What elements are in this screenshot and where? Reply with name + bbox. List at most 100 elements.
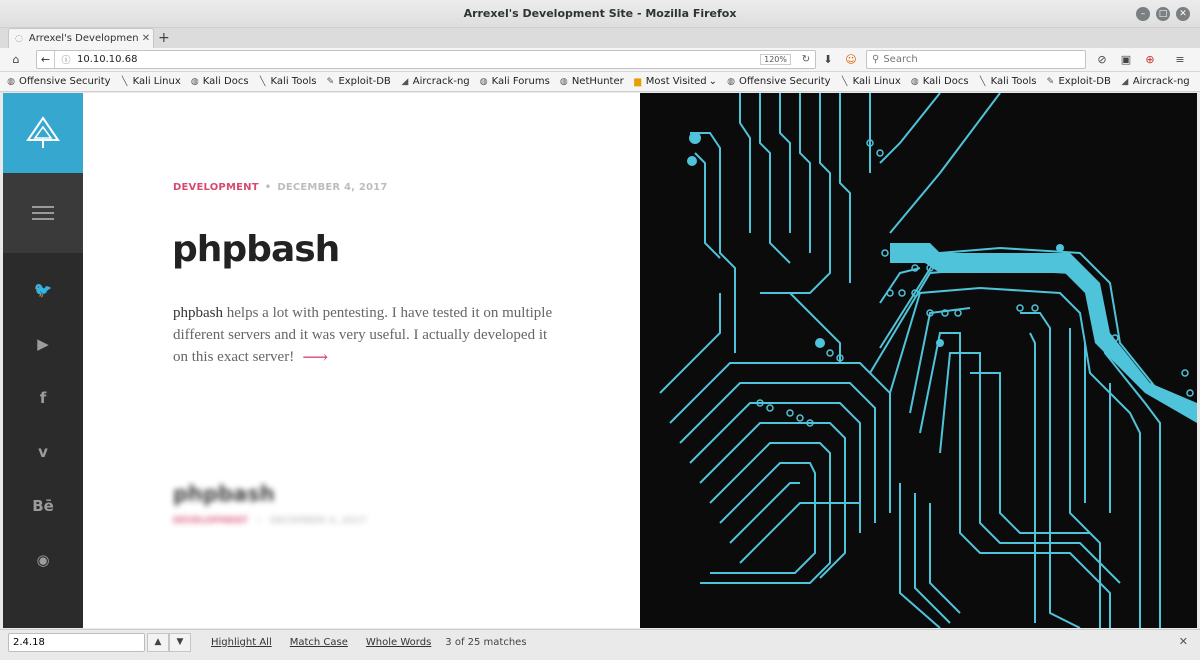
next-post-title[interactable]: phpbash — [173, 482, 275, 506]
kali-icon: ╲ — [979, 76, 986, 87]
aircrack-icon: ◢ — [1121, 76, 1129, 87]
close-find-bar-icon[interactable]: ✕ — [1179, 635, 1188, 648]
close-window-button[interactable]: ✕ — [1176, 7, 1190, 21]
vimeo-icon[interactable]: v — [3, 443, 83, 461]
tab-bar: ◌ Arrexel's Developmen... ✕ + — [0, 28, 1200, 48]
bookmark-item[interactable]: ◍ Offensive Security — [6, 76, 111, 87]
maximize-button[interactable]: □ — [1156, 7, 1170, 21]
bookmark-item[interactable]: ◍ Kali Docs — [190, 76, 249, 87]
bookmark-item[interactable]: ◍ Offensive Security — [726, 76, 831, 87]
whole-words-toggle[interactable]: Whole Words — [366, 637, 431, 648]
reload-icon[interactable]: ↻ — [797, 54, 815, 65]
download-icon[interactable]: ⬇ — [820, 52, 836, 68]
highlight-all-toggle[interactable]: Highlight All — [211, 637, 272, 648]
bookmark-item[interactable]: ╲ Kali Linux — [120, 76, 181, 87]
bookmark-label: Offensive Security — [19, 76, 111, 87]
facebook-icon[interactable]: f — [3, 389, 83, 407]
offsec-icon: ◍ — [479, 76, 488, 87]
post-excerpt: phpbash helps a lot with pentesting. I h… — [173, 302, 553, 368]
tree-logo-icon — [26, 116, 60, 148]
minimize-button[interactable]: – — [1136, 7, 1150, 21]
new-tab-button[interactable]: + — [158, 30, 170, 46]
youtube-icon[interactable]: ▶ — [3, 335, 83, 353]
match-case-toggle[interactable]: Match Case — [290, 637, 348, 648]
find-status: 3 of 25 matches — [445, 636, 527, 648]
extension-icon[interactable]: ⊕ — [1142, 52, 1158, 68]
next-post-category[interactable]: DEVELOPMENT — [173, 516, 248, 526]
home-icon[interactable]: ⌂ — [8, 52, 24, 68]
search-input[interactable] — [883, 54, 1085, 65]
behance-icon[interactable]: Bē — [3, 497, 83, 515]
bookmark-item[interactable]: ◍ Kali Forums — [479, 76, 550, 87]
kali-icon: ╲ — [121, 76, 128, 87]
title-bar: Arrexel's Development Site - Mozilla Fir… — [0, 0, 1200, 28]
find-next-button[interactable]: ▼ — [169, 632, 191, 652]
url-text[interactable]: 10.10.10.68 — [77, 54, 760, 65]
meta-separator: • — [256, 516, 263, 526]
site-sidebar: 🐦 ▶ f v Bē ◉ — [3, 93, 83, 628]
info-icon[interactable]: ⓘ — [59, 53, 73, 66]
find-previous-button[interactable]: ▲ — [147, 632, 169, 652]
site-logo[interactable] — [3, 93, 83, 173]
bookmark-label: Kali Docs — [202, 76, 249, 87]
url-bar[interactable]: ← ⓘ 10.10.10.68 120% ↻ — [36, 50, 816, 69]
bookmark-item[interactable]: ◍ Kali Docs — [910, 76, 969, 87]
bookmark-item[interactable]: ◢ Aircrack-ng — [400, 76, 470, 87]
aircrack-icon: ◢ — [401, 76, 409, 87]
tab-title: Arrexel's Developmen... — [28, 33, 139, 44]
circuit-art — [659, 93, 1197, 628]
navigation-bar: ⌂ ← ⓘ 10.10.10.68 120% ↻ ⬇ ☺ ⚲ ⊘ ▣ ⊕ ≡ — [0, 48, 1200, 72]
sidebar-toggle-icon[interactable]: ▣ — [1118, 52, 1134, 68]
offsec-icon: ◍ — [910, 76, 919, 87]
page-content: 🐦 ▶ f v Bē ◉ DEVELOPMENT • DECEMBER 4, 2017 php… — [3, 93, 1197, 628]
twitter-icon[interactable]: 🐦 — [3, 281, 83, 299]
bookmark-label: Exploit-DB — [1058, 76, 1111, 87]
search-box[interactable]: ⚲ — [866, 50, 1086, 69]
rss-icon[interactable]: ◉ — [3, 551, 83, 569]
post-date: DECEMBER 4, 2017 — [277, 182, 388, 193]
read-more-arrow-icon[interactable]: ⟶ — [302, 346, 328, 368]
zoom-indicator[interactable]: 120% — [760, 54, 791, 65]
bookmark-label: Kali Docs — [922, 76, 969, 87]
tab-favicon-icon: ◌ — [15, 33, 23, 44]
bookmark-label: NetHunter — [571, 76, 624, 87]
bookmark-item[interactable]: ✎ Exploit-DB — [1045, 76, 1111, 87]
bookmark-item[interactable]: ◍ NetHunter — [559, 76, 624, 87]
bookmark-item[interactable]: ╲ Kali Linux — [840, 76, 901, 87]
post-meta: DEVELOPMENT • DECEMBER 4, 2017 — [173, 182, 388, 193]
bookmark-item[interactable]: ◢ Aircrack-ng — [1120, 76, 1189, 87]
offsec-icon: ◍ — [190, 76, 199, 87]
exploitdb-icon: ✎ — [1046, 76, 1055, 87]
kali-icon: ╲ — [259, 76, 266, 87]
post-category[interactable]: DEVELOPMENT — [173, 182, 259, 193]
bookmark-label: Offensive Security — [739, 76, 831, 87]
excerpt-lead: phpbash — [173, 305, 223, 321]
bookmark-label: Aircrack-ng — [412, 76, 470, 87]
search-icon: ⚲ — [872, 54, 880, 65]
exploitdb-icon: ✎ — [326, 76, 335, 87]
library-icon[interactable]: ⊘ — [1094, 52, 1110, 68]
offsec-icon: ◍ — [7, 76, 15, 87]
find-bar: ▲ ▼ Highlight All Match Case Whole Words… — [0, 629, 1200, 654]
tab-close-icon[interactable]: ✕ — [139, 33, 153, 44]
tab-active[interactable]: ◌ Arrexel's Developmen... ✕ — [8, 28, 154, 48]
chevron-down-icon: ⌄ — [708, 76, 718, 87]
bookmark-label: Kali Forums — [491, 76, 550, 87]
bookmark-item[interactable]: ╲ Kali Tools — [258, 76, 317, 87]
bookmark-item[interactable]: ▆ Most Visited ⌄ — [633, 76, 717, 87]
main-column: DEVELOPMENT • DECEMBER 4, 2017 phpbash php… — [83, 93, 640, 628]
back-button[interactable]: ← — [37, 51, 55, 68]
post-title[interactable]: phpbash — [172, 229, 340, 270]
hamburger-menu-icon[interactable]: ≡ — [1172, 52, 1188, 68]
circuit-board-image — [640, 93, 1197, 628]
bookmark-item[interactable]: ╲ Kali Tools — [978, 76, 1037, 87]
find-input[interactable] — [8, 632, 145, 652]
bookmark-label: Kali Tools — [270, 76, 317, 87]
excerpt-text: helps a lot with pentesting. I have test… — [173, 305, 553, 365]
bookmark-label: Kali Tools — [990, 76, 1037, 87]
bookmark-item[interactable]: ✎ Exploit-DB — [325, 76, 391, 87]
bookmark-label: Exploit-DB — [338, 76, 391, 87]
menu-button[interactable] — [3, 173, 83, 253]
hamburger-icon — [32, 206, 54, 220]
addon-icon[interactable]: ☺ — [843, 52, 859, 68]
